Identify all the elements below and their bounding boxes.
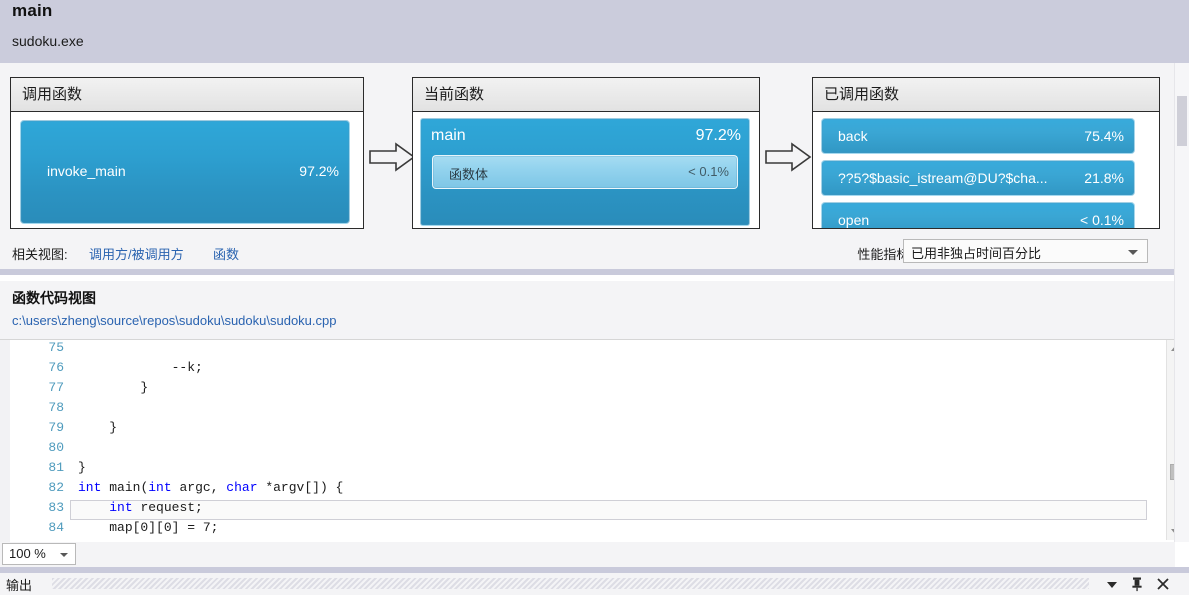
related-view-link-caller-callee[interactable]: 调用方/被调用方 bbox=[89, 244, 184, 263]
code-line-text: } bbox=[78, 460, 86, 475]
code-line[interactable]: 80 bbox=[0, 440, 1155, 460]
code-line-number: 83 bbox=[48, 500, 64, 515]
pin-icon[interactable] bbox=[1129, 576, 1145, 592]
code-line-highlight bbox=[70, 500, 1147, 520]
code-line[interactable]: 84 map[0][0] = 7; bbox=[0, 520, 1155, 540]
zoom-row: 100 % bbox=[0, 542, 1175, 567]
code-line-number: 78 bbox=[48, 400, 64, 415]
code-line[interactable]: 79 } bbox=[0, 420, 1155, 440]
code-line-number: 84 bbox=[48, 520, 64, 535]
arrow-current-to-callee bbox=[764, 142, 812, 172]
current-node-main[interactable]: main 97.2% 函数体 < 0.1% bbox=[420, 118, 750, 226]
code-line-number: 80 bbox=[48, 440, 64, 455]
function-body-percent: < 0.1% bbox=[688, 164, 729, 179]
current-panel-body: main 97.2% 函数体 < 0.1% bbox=[413, 112, 759, 228]
page-title: main bbox=[12, 1, 53, 20]
code-line[interactable]: 82 int main(int argc, char *argv[]) { bbox=[0, 480, 1155, 500]
chevron-down-icon[interactable] bbox=[1107, 582, 1117, 588]
callee-node-label: ??5?$basic_istream@DU?$cha... bbox=[838, 170, 1048, 186]
code-line-text: } bbox=[78, 420, 118, 435]
module-name: sudoku.exe bbox=[12, 33, 84, 49]
callee-node-label: open bbox=[838, 212, 870, 228]
code-line[interactable]: 75 bbox=[0, 340, 1155, 360]
code-view-header: 函数代码视图 c:\users\zheng\source\repos\sudok… bbox=[0, 281, 1175, 339]
code-line-number: 79 bbox=[48, 420, 64, 435]
output-panel-title: 输出 bbox=[6, 578, 33, 593]
code-line-text: int main(int argc, char *argv[]) { bbox=[78, 480, 344, 495]
current-node-label: main bbox=[431, 127, 466, 144]
callee-node-percent: < 0.1% bbox=[1080, 212, 1124, 228]
code-line-text: } bbox=[78, 380, 149, 395]
profiler-caller-callee-window: main sudoku.exe 调用函数 invoke_main 97.2% 当… bbox=[0, 0, 1189, 595]
code-line-number: 77 bbox=[48, 380, 64, 395]
page-vertical-scrollbar[interactable] bbox=[1174, 63, 1189, 542]
callee-node-label: back bbox=[838, 128, 868, 144]
zoom-level-value: 100 % bbox=[9, 546, 46, 561]
current-panel-title: 当前函数 bbox=[413, 78, 759, 112]
code-line-text: int request; bbox=[109, 500, 203, 515]
arrow-caller-to-current bbox=[368, 142, 416, 172]
caller-node-label: invoke_main bbox=[47, 163, 126, 179]
metric-selected-value: 已用非独占时间百分比 bbox=[911, 246, 1042, 261]
code-line-text: map[0][0] = 7; bbox=[109, 520, 219, 535]
chevron-down-icon bbox=[1128, 250, 1138, 255]
code-view-title: 函数代码视图 bbox=[12, 290, 96, 306]
output-panel-bar: 输出 bbox=[0, 573, 1189, 595]
caller-panel: 调用函数 invoke_main 97.2% bbox=[10, 77, 364, 229]
code-line[interactable]: 76 --k; bbox=[0, 360, 1155, 380]
code-line-number: 81 bbox=[48, 460, 64, 475]
callee-panel-body: back 75.4% ??5?$basic_istream@DU?$cha...… bbox=[813, 112, 1159, 228]
code-editor[interactable]: 75 76 --k; 77 } 78 79 } 80 81} 82 int main(int a… bbox=[0, 339, 1175, 543]
callee-node-basic-istream[interactable]: ??5?$basic_istream@DU?$cha... 21.8% bbox=[821, 160, 1135, 196]
caller-panel-title: 调用函数 bbox=[11, 78, 363, 112]
function-body-label: 函数体 bbox=[449, 167, 489, 182]
chevron-down-icon bbox=[60, 553, 68, 557]
current-function-panel: 当前函数 main 97.2% 函数体 < 0.1% bbox=[412, 77, 760, 229]
code-line-number: 76 bbox=[48, 360, 64, 375]
code-line[interactable]: 78 bbox=[0, 400, 1155, 420]
code-line[interactable]: 77 } bbox=[0, 380, 1155, 400]
current-node-function-body[interactable]: 函数体 < 0.1% bbox=[432, 155, 738, 189]
code-line-list: 75 76 --k; 77 } 78 79 } 80 81} 82 int main(int a… bbox=[0, 340, 1155, 540]
code-line[interactable]: 81} bbox=[0, 460, 1155, 480]
metric-select[interactable]: 已用非独占时间百分比 bbox=[903, 239, 1148, 263]
callee-node-percent: 75.4% bbox=[1084, 128, 1124, 144]
callee-panel: 已调用函数 back 75.4% ??5?$basic_istream@DU?$… bbox=[812, 77, 1160, 229]
code-line[interactable]: 83 int request; bbox=[0, 500, 1155, 520]
related-view-link-functions[interactable]: 函数 bbox=[213, 244, 239, 263]
code-line-number: 75 bbox=[48, 340, 64, 355]
source-file-path-link[interactable]: c:\users\zheng\source\repos\sudoku\sudok… bbox=[12, 313, 336, 328]
section-divider-top bbox=[0, 269, 1175, 275]
callee-node-percent: 21.8% bbox=[1084, 170, 1124, 186]
callee-panel-title: 已调用函数 bbox=[813, 78, 1159, 112]
related-views-row: 相关视图: 调用方/被调用方 函数 性能指标: 已用非独占时间百分比 bbox=[0, 237, 1175, 269]
related-views-label: 相关视图: bbox=[12, 247, 68, 262]
page-scrollbar-thumb[interactable] bbox=[1177, 96, 1187, 146]
code-line-text: --k; bbox=[78, 360, 203, 375]
function-header: main sudoku.exe bbox=[0, 0, 1189, 63]
caller-panel-body: invoke_main 97.2% bbox=[11, 112, 363, 228]
close-icon[interactable] bbox=[1155, 576, 1171, 592]
callee-node-back[interactable]: back 75.4% bbox=[821, 118, 1135, 154]
caller-node-percent: 97.2% bbox=[299, 163, 339, 179]
zoom-level-select[interactable]: 100 % bbox=[2, 543, 76, 565]
callee-node-open[interactable]: open < 0.1% bbox=[821, 202, 1135, 228]
caller-node-invoke-main[interactable]: invoke_main 97.2% bbox=[20, 120, 350, 224]
current-node-percent: 97.2% bbox=[695, 127, 741, 144]
drag-handle[interactable] bbox=[52, 578, 1089, 589]
code-line-number: 82 bbox=[48, 480, 64, 495]
